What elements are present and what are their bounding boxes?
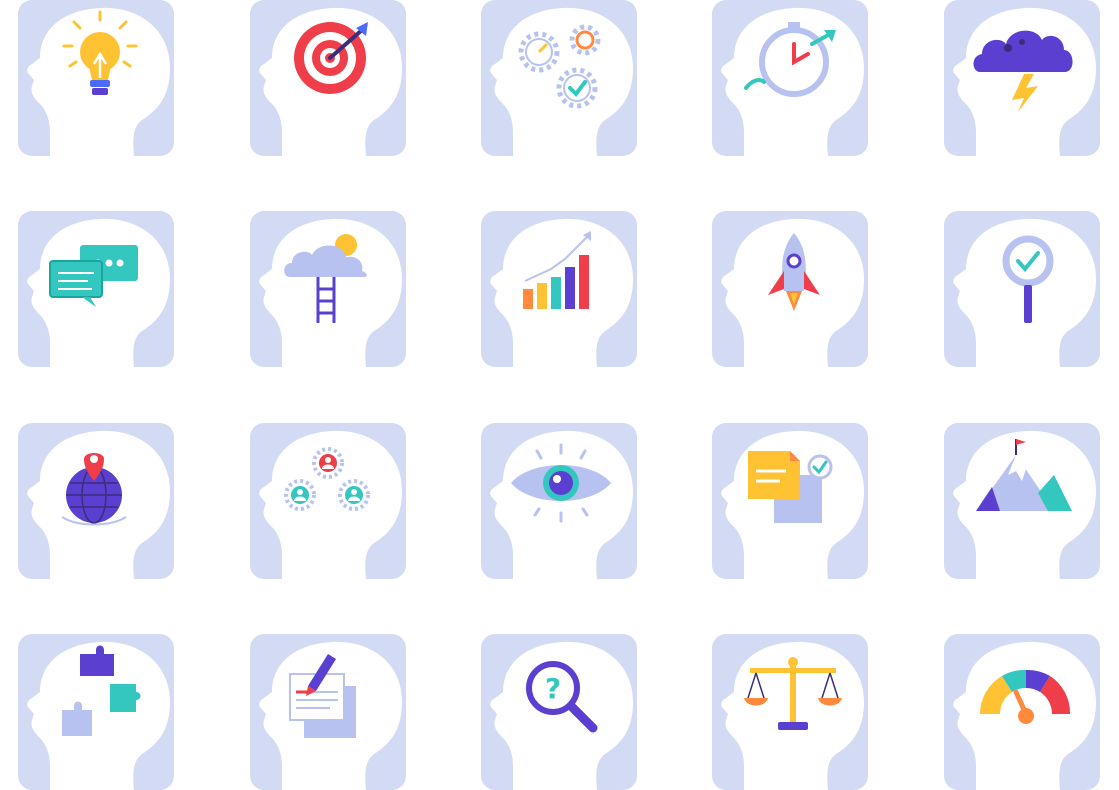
eye-icon: [481, 423, 637, 579]
head-tile: [944, 0, 1100, 156]
cloud-ladder-icon: [250, 211, 406, 367]
head-tile: [712, 211, 868, 367]
speedometer-icon: [944, 634, 1100, 790]
globe-pin-icon: [18, 423, 174, 579]
document-check-icon: [712, 423, 868, 579]
justice-scale-icon: [712, 634, 868, 790]
rocket-icon: [712, 211, 868, 367]
mountain-flag-icon: [944, 423, 1100, 579]
head-tile: [712, 423, 868, 579]
growth-chart-icon: [481, 211, 637, 367]
stopwatch-icon: [712, 0, 868, 156]
magnifier-check-icon: [944, 211, 1100, 367]
head-tile: [481, 423, 637, 579]
gears-check-icon: [481, 0, 637, 156]
head-tile: [944, 634, 1100, 790]
storm-cloud-icon: [944, 0, 1100, 156]
head-tile: [250, 423, 406, 579]
head-tile: [481, 211, 637, 367]
head-tile: [481, 0, 637, 156]
head-tile: [18, 423, 174, 579]
head-tile: [250, 0, 406, 156]
puzzle-pieces-icon: [18, 634, 174, 790]
chat-bubbles-icon: [18, 211, 174, 367]
svg-text:?: ?: [545, 672, 561, 705]
head-tile: [944, 423, 1100, 579]
icon-grid: ?: [0, 0, 1119, 790]
head-tile: [712, 0, 868, 156]
lightbulb-icon: [18, 0, 174, 156]
target-icon: [250, 0, 406, 156]
head-tile: [18, 0, 174, 156]
pen-writing-icon: [250, 634, 406, 790]
head-tile: [18, 634, 174, 790]
question-magnifier-icon: ?: [481, 634, 637, 790]
head-tile: [712, 634, 868, 790]
head-tile: [250, 634, 406, 790]
head-tile: ?: [481, 634, 637, 790]
team-gears-icon: [250, 423, 406, 579]
head-tile: [18, 211, 174, 367]
head-tile: [944, 211, 1100, 367]
head-tile: [250, 211, 406, 367]
